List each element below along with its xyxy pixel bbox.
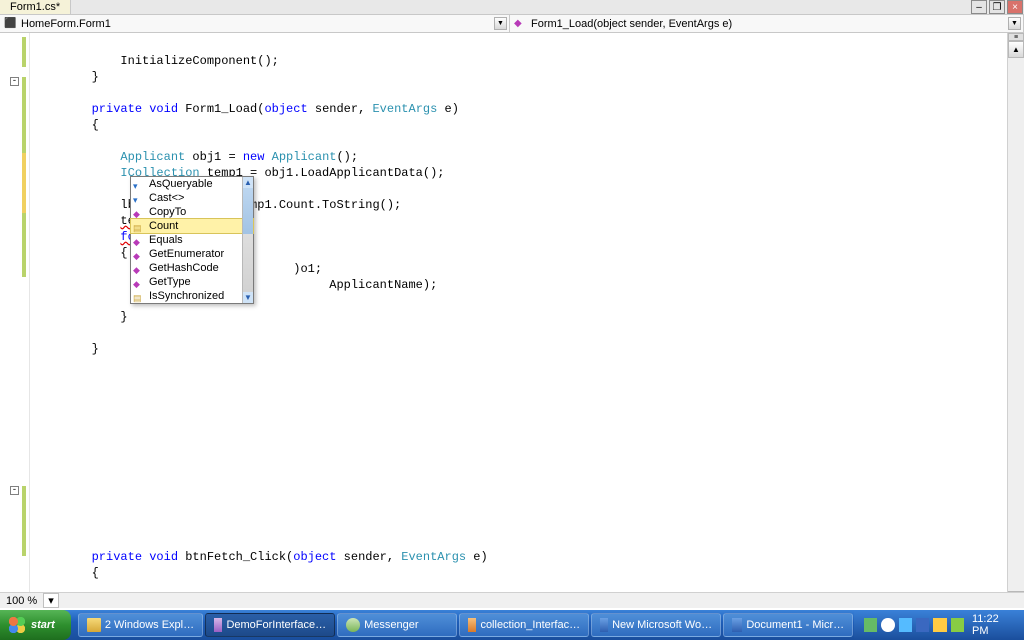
change-marker (22, 153, 26, 213)
ext-icon (133, 192, 147, 204)
taskbar-button-label: New Microsoft Wo… (612, 619, 712, 631)
window-close-button[interactable]: × (1007, 0, 1023, 14)
tray-icon[interactable] (864, 618, 877, 632)
intellisense-item[interactable]: CopyTo (131, 205, 253, 219)
taskbar-button[interactable]: New Microsoft Wo… (591, 613, 721, 637)
taskbar-button-label: collection_Interfac… (480, 619, 580, 631)
window-restore-button[interactable]: ❐ (989, 0, 1005, 14)
taskbar-button-label: Document1 - Micr… (746, 619, 844, 631)
meth-icon (133, 234, 147, 246)
navigation-combo-bar: HomeForm.Form1 ▼ Form1_Load(object sende… (0, 15, 1024, 33)
document-tab-strip: Form1.cs* – ❐ × (0, 0, 1024, 15)
zoom-label: 100 % (6, 595, 37, 607)
taskbar-button[interactable]: Document1 - Micr… (723, 613, 853, 637)
windows-logo-icon (8, 616, 26, 634)
class-icon (4, 17, 18, 31)
change-marker (22, 486, 26, 556)
chevron-down-icon[interactable]: ▼ (1008, 17, 1021, 30)
code-line: { (34, 118, 99, 132)
class-combo[interactable]: HomeForm.Form1 ▼ (0, 15, 510, 32)
intellisense-item[interactable]: AsQueryable (131, 177, 253, 191)
split-view-button[interactable]: ≡ (1008, 33, 1024, 41)
system-tray[interactable]: 11:22 PM (854, 610, 1024, 640)
status-bar: 100 % ▾ (0, 592, 1024, 608)
editor-gutter: - - (0, 33, 30, 608)
intellisense-popup[interactable]: AsQueryableCast<>CopyToCountEqualsGetEnu… (130, 176, 254, 304)
windows-taskbar: start 2 Windows Expl… DemoForInterface… Me… (0, 610, 1024, 640)
prop-icon (133, 220, 147, 232)
code-line: InitializeComponent(); (34, 54, 279, 68)
taskbar-button[interactable]: collection_Interfac… (459, 613, 589, 637)
tray-icon[interactable] (916, 618, 929, 632)
tray-icon[interactable] (933, 618, 946, 632)
app-icon (214, 618, 222, 632)
code-line: } (34, 70, 99, 84)
zoom-dropdown[interactable]: ▾ (43, 593, 59, 608)
outline-toggle[interactable]: - (10, 77, 19, 86)
window-minimize-button[interactable]: – (971, 0, 987, 14)
meth-icon (133, 276, 147, 288)
intellisense-item[interactable]: IsSynchronized (131, 289, 253, 303)
meth-icon (133, 262, 147, 274)
method-icon (514, 17, 528, 31)
change-marker (22, 37, 26, 67)
ext-icon (133, 178, 147, 190)
app-icon (87, 618, 101, 632)
taskbar-button-label: Messenger (364, 619, 418, 631)
start-label: start (31, 619, 55, 631)
tray-icon[interactable] (881, 618, 894, 632)
intellisense-item[interactable]: Cast<> (131, 191, 253, 205)
scroll-up-button[interactable]: ▲ (1008, 41, 1024, 58)
intellisense-item[interactable]: Equals (131, 233, 253, 247)
taskbar-clock[interactable]: 11:22 PM (972, 613, 1016, 637)
chevron-down-icon[interactable]: ▼ (494, 17, 507, 30)
intellisense-item[interactable]: GetHashCode (131, 261, 253, 275)
code-line: { (34, 566, 99, 580)
prop-icon (133, 290, 147, 302)
taskbar-button[interactable]: Messenger (337, 613, 457, 637)
app-icon (600, 618, 608, 632)
taskbar-button[interactable]: 2 Windows Expl… (78, 613, 203, 637)
intellisense-item-label: IsSynchronized (149, 288, 224, 304)
code-editor[interactable]: - - InitializeComponent(); } private voi… (0, 33, 1024, 608)
taskbar-button[interactable]: DemoForInterface… (205, 613, 335, 637)
code-line: { (34, 246, 128, 260)
code-line: } (34, 342, 99, 356)
scroll-down-icon[interactable]: ▼ (243, 292, 253, 303)
meth-icon (133, 206, 147, 218)
start-button[interactable]: start (0, 610, 71, 640)
app-icon (468, 618, 476, 632)
taskbar-button-label: DemoForInterface… (226, 619, 326, 631)
app-icon (346, 618, 360, 632)
class-combo-label: HomeForm.Form1 (21, 18, 111, 30)
outline-toggle[interactable]: - (10, 486, 19, 495)
tray-icon[interactable] (951, 618, 964, 632)
document-tab-label: Form1.cs* (10, 1, 60, 13)
app-icon (732, 618, 742, 632)
tray-icon[interactable] (899, 618, 912, 632)
intellisense-item[interactable]: GetEnumerator (131, 247, 253, 261)
scroll-up-icon[interactable]: ▲ (243, 177, 253, 188)
intellisense-scrollbar[interactable]: ▲ ▼ (242, 177, 253, 303)
chevron-down-icon: ▾ (48, 594, 54, 607)
intellisense-item[interactable]: Count (131, 219, 253, 233)
code-line: } (34, 310, 128, 324)
editor-vertical-scrollbar[interactable]: ≡ ▲ ▼ (1007, 33, 1024, 608)
member-combo[interactable]: Form1_Load(object sender, EventArgs e) ▼ (510, 15, 1024, 32)
code-content[interactable]: InitializeComponent(); } private void Fo… (34, 37, 1006, 608)
taskbar-button-label: 2 Windows Expl… (105, 619, 194, 631)
intellisense-item[interactable]: GetType (131, 275, 253, 289)
document-tab-form1[interactable]: Form1.cs* (0, 0, 71, 14)
scroll-thumb[interactable] (243, 188, 253, 234)
member-combo-label: Form1_Load(object sender, EventArgs e) (531, 18, 732, 30)
meth-icon (133, 248, 147, 260)
